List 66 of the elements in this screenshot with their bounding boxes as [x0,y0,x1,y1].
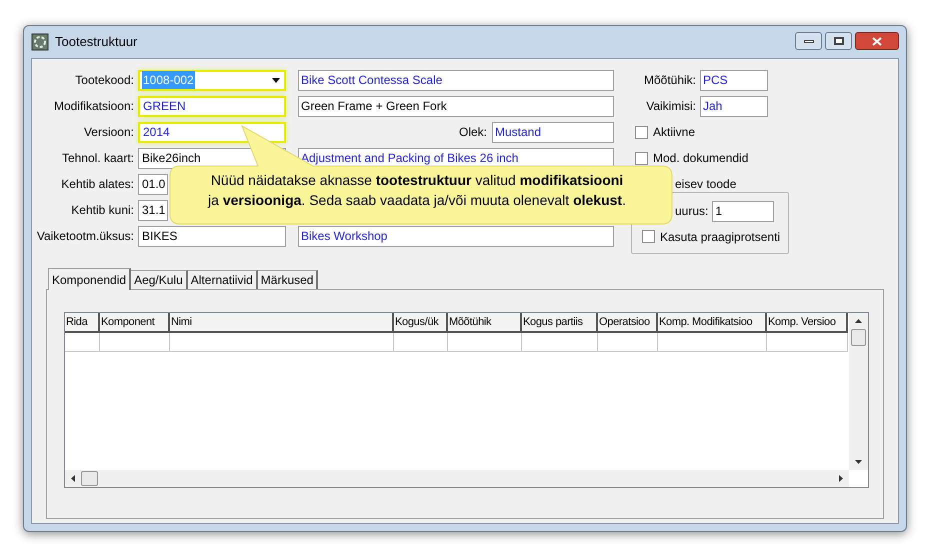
description-field[interactable]: Bike Scott Contessa Scale [298,70,614,90]
column-header[interactable]: Kogus/ük [394,313,448,333]
scroll-right-icon[interactable] [839,475,843,482]
table-cell [100,333,170,352]
checkbox[interactable] [635,152,648,164]
input-field[interactable]: Mustand [492,122,614,142]
field-label: Vaiketootm.üksus: [36,228,135,245]
column-header[interactable]: Rida [65,313,100,333]
tab[interactable]: Aeg/Kulu [131,270,188,289]
dropdown-arrow-icon[interactable] [272,78,280,82]
checkbox-label: Mod. dokumendid [653,150,748,167]
field-label: uurus: [675,203,708,220]
column-header[interactable]: Operatsioo [598,313,658,333]
column-header[interactable]: Kogus partiis [522,313,598,333]
tab[interactable]: Komponendid [48,268,132,290]
tab[interactable]: Alternatiivid [188,270,258,289]
app-icon [31,33,49,51]
field-label: Modifikatsioon: [52,98,135,115]
field-label: Vaikimisi: [645,98,697,115]
field-label: Kehtib kuni: [70,202,135,219]
column-header[interactable]: Nimi [170,313,394,333]
field-label: Mõõtühik: [642,72,697,89]
input-field[interactable]: 2014 [138,122,286,142]
input-field[interactable]: BIKES [138,226,286,246]
field-value: BIKES [141,228,178,245]
horizontal-scrollbar[interactable] [65,470,849,487]
table-cell [394,333,448,352]
scrollbar-thumb[interactable] [81,471,98,486]
description-field[interactable]: Bikes Workshop [298,226,614,246]
scroll-down-icon[interactable] [855,460,862,464]
field-label: Versioon: [82,124,135,141]
minimize-button[interactable] [795,32,822,50]
field-value: 1008-002 [142,71,195,89]
tooltip-text: Nüüd näidatakse aknasse tootestruktuur valitud modifikatsiooni ja versiooniga. Seda saab vaadata ja/või muuta olenevalt olekust. [206,171,627,210]
checkbox-label: eisev toode [675,176,736,193]
scroll-up-icon[interactable] [855,319,862,323]
table-cell [598,333,658,352]
field-label: Kehtib alates: [60,176,135,193]
tab[interactable]: Märkused [258,270,318,289]
vertical-scrollbar[interactable] [849,313,868,470]
maximize-button[interactable] [825,32,852,50]
column-header[interactable]: Komp. Modifikatsioo [658,313,767,333]
close-button[interactable] [855,32,899,50]
close-icon[interactable] [872,36,882,46]
input-field[interactable]: GREEN [138,96,286,116]
table-cell [65,333,100,352]
column-header[interactable]: Komp. Versioo [767,313,848,333]
input-field[interactable]: Jah [700,96,768,116]
window-title: Tootestruktuur [55,33,138,52]
checkbox[interactable] [635,126,648,138]
input-field[interactable]: 1 [712,200,774,222]
checkbox[interactable] [642,230,655,243]
field-label: Tehnol. kaart: [60,150,135,167]
description-field[interactable]: Green Frame + Green Fork [298,96,614,116]
column-header[interactable]: Komponent [100,313,170,333]
input-field[interactable]: PCS [700,70,768,90]
field-label: Tootekood: [74,72,135,89]
field-value: 2014 [142,124,171,141]
field-value: GREEN [142,98,187,115]
scroll-left-icon[interactable] [71,475,75,482]
scrollbar-thumb[interactable] [851,329,866,346]
column-header[interactable]: Mõõtühik [448,313,522,333]
field-label: Olek: [458,124,487,141]
checkbox-label: Aktiivne [653,124,696,141]
field-value: Bike26inch [141,150,202,167]
checkbox-label: Kasuta praagiprotsenti [660,228,780,246]
